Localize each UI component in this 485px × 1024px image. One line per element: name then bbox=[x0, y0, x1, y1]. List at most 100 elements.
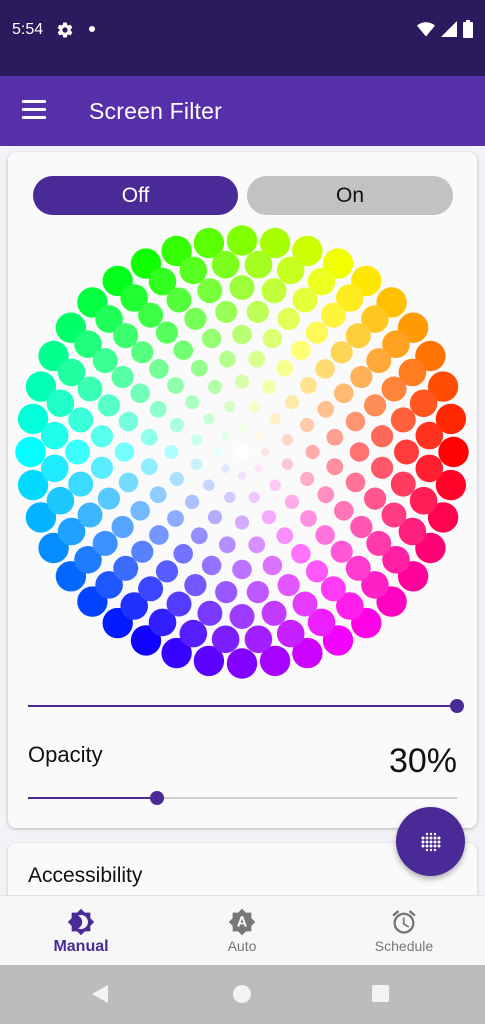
color-swatch[interactable] bbox=[197, 278, 223, 304]
color-swatch[interactable] bbox=[190, 359, 208, 377]
color-swatch[interactable] bbox=[277, 307, 300, 330]
color-swatch[interactable] bbox=[185, 395, 200, 410]
color-swatch[interactable] bbox=[97, 487, 120, 510]
color-swatch[interactable] bbox=[90, 425, 113, 448]
color-swatch[interactable] bbox=[350, 365, 373, 389]
color-swatch[interactable] bbox=[254, 464, 263, 473]
color-swatch[interactable] bbox=[166, 591, 192, 617]
color-swatch[interactable] bbox=[305, 560, 329, 583]
color-swatch[interactable] bbox=[138, 576, 164, 602]
color-swatch[interactable] bbox=[345, 411, 366, 432]
color-swatch[interactable] bbox=[292, 287, 318, 313]
color-swatch[interactable] bbox=[166, 287, 192, 313]
color-swatch[interactable] bbox=[409, 486, 438, 515]
color-swatch[interactable] bbox=[179, 619, 208, 648]
color-swatch[interactable] bbox=[226, 648, 258, 679]
color-swatch[interactable] bbox=[248, 350, 266, 368]
color-swatch[interactable] bbox=[40, 454, 69, 483]
color-swatch[interactable] bbox=[261, 379, 277, 394]
color-swatch[interactable] bbox=[334, 383, 354, 404]
color-swatch[interactable] bbox=[276, 359, 294, 377]
color-swatch[interactable] bbox=[244, 250, 273, 279]
color-swatch[interactable] bbox=[218, 536, 236, 554]
color-swatch[interactable] bbox=[261, 600, 287, 626]
color-swatch[interactable] bbox=[179, 256, 208, 285]
color-swatch[interactable] bbox=[305, 321, 329, 344]
nav-item-manual[interactable]: Manual bbox=[0, 896, 162, 966]
color-swatch[interactable] bbox=[15, 436, 46, 468]
color-swatch[interactable] bbox=[261, 278, 287, 304]
color-swatch[interactable] bbox=[131, 540, 154, 563]
color-swatch[interactable] bbox=[364, 487, 387, 510]
color-swatch[interactable] bbox=[326, 428, 344, 446]
color-swatch[interactable] bbox=[364, 394, 387, 417]
color-swatch[interactable] bbox=[326, 458, 344, 476]
color-swatch[interactable] bbox=[281, 458, 294, 470]
color-swatch[interactable] bbox=[173, 340, 194, 360]
color-swatch[interactable] bbox=[232, 324, 252, 345]
color-swatch[interactable] bbox=[330, 341, 353, 364]
color-swatch[interactable] bbox=[149, 486, 167, 504]
color-swatch[interactable] bbox=[184, 307, 207, 330]
color-swatch[interactable] bbox=[211, 250, 240, 279]
color-swatch[interactable] bbox=[350, 515, 373, 539]
color-swatch[interactable] bbox=[167, 510, 184, 527]
color-swatch[interactable] bbox=[218, 350, 236, 368]
color-swatch[interactable] bbox=[246, 581, 269, 604]
color-swatch[interactable] bbox=[46, 486, 75, 515]
color-slider-thumb[interactable] bbox=[450, 699, 464, 713]
color-swatch[interactable] bbox=[317, 400, 335, 418]
color-swatch[interactable] bbox=[40, 421, 69, 450]
color-swatch[interactable] bbox=[381, 502, 407, 528]
color-swatch[interactable] bbox=[203, 413, 215, 425]
back-icon[interactable] bbox=[92, 985, 108, 1003]
color-swatch[interactable] bbox=[155, 321, 179, 344]
color-swatch[interactable] bbox=[224, 400, 236, 413]
color-swatch[interactable] bbox=[111, 515, 134, 539]
color-swatch[interactable] bbox=[261, 510, 277, 525]
color-swatch[interactable] bbox=[77, 376, 103, 402]
color-swatch[interactable] bbox=[320, 302, 346, 328]
color-swatch[interactable] bbox=[277, 574, 300, 597]
color-swatch[interactable] bbox=[92, 530, 118, 556]
color-swatch[interactable] bbox=[214, 447, 223, 457]
color-swatch[interactable] bbox=[269, 413, 281, 425]
color-swatch[interactable] bbox=[320, 576, 346, 602]
color-swatch[interactable] bbox=[248, 400, 260, 413]
color-swatch[interactable] bbox=[118, 472, 139, 493]
color-swatch[interactable] bbox=[438, 436, 469, 468]
color-swatch[interactable] bbox=[409, 389, 438, 418]
color-swatch[interactable] bbox=[262, 555, 283, 576]
color-swatch-center[interactable] bbox=[235, 445, 249, 459]
color-swatch[interactable] bbox=[276, 256, 305, 285]
color-swatch[interactable] bbox=[305, 444, 320, 460]
color-swatch[interactable] bbox=[167, 377, 184, 394]
color-swatch[interactable] bbox=[234, 515, 250, 530]
color-swatch[interactable] bbox=[349, 442, 370, 462]
color-swatch[interactable] bbox=[315, 525, 335, 545]
color-swatch[interactable] bbox=[300, 417, 315, 433]
color-swatch[interactable] bbox=[173, 544, 193, 564]
color-swatch[interactable] bbox=[46, 389, 75, 418]
color-swatch[interactable] bbox=[284, 395, 299, 410]
color-swatch[interactable] bbox=[113, 555, 139, 581]
color-swatch[interactable] bbox=[164, 444, 179, 460]
filter-fab-button[interactable] bbox=[396, 807, 465, 876]
color-swatch[interactable] bbox=[197, 600, 223, 626]
color-swatch[interactable] bbox=[390, 407, 416, 433]
nav-item-schedule[interactable]: Schedule bbox=[323, 896, 485, 966]
menu-icon[interactable] bbox=[22, 100, 46, 120]
color-swatch[interactable] bbox=[190, 458, 203, 470]
color-swatch[interactable] bbox=[226, 225, 258, 256]
color-swatch[interactable] bbox=[207, 510, 223, 525]
color-swatch[interactable] bbox=[366, 348, 392, 374]
color-swatch[interactable] bbox=[345, 472, 366, 493]
color-swatch[interactable] bbox=[131, 341, 154, 364]
color-swatch[interactable] bbox=[229, 604, 255, 629]
color-wheel[interactable] bbox=[8, 212, 477, 692]
color-swatch[interactable] bbox=[190, 527, 208, 545]
color-swatch[interactable] bbox=[92, 348, 118, 374]
color-swatch[interactable] bbox=[334, 501, 354, 521]
color-swatch[interactable] bbox=[221, 431, 230, 440]
color-swatch[interactable] bbox=[248, 491, 260, 504]
